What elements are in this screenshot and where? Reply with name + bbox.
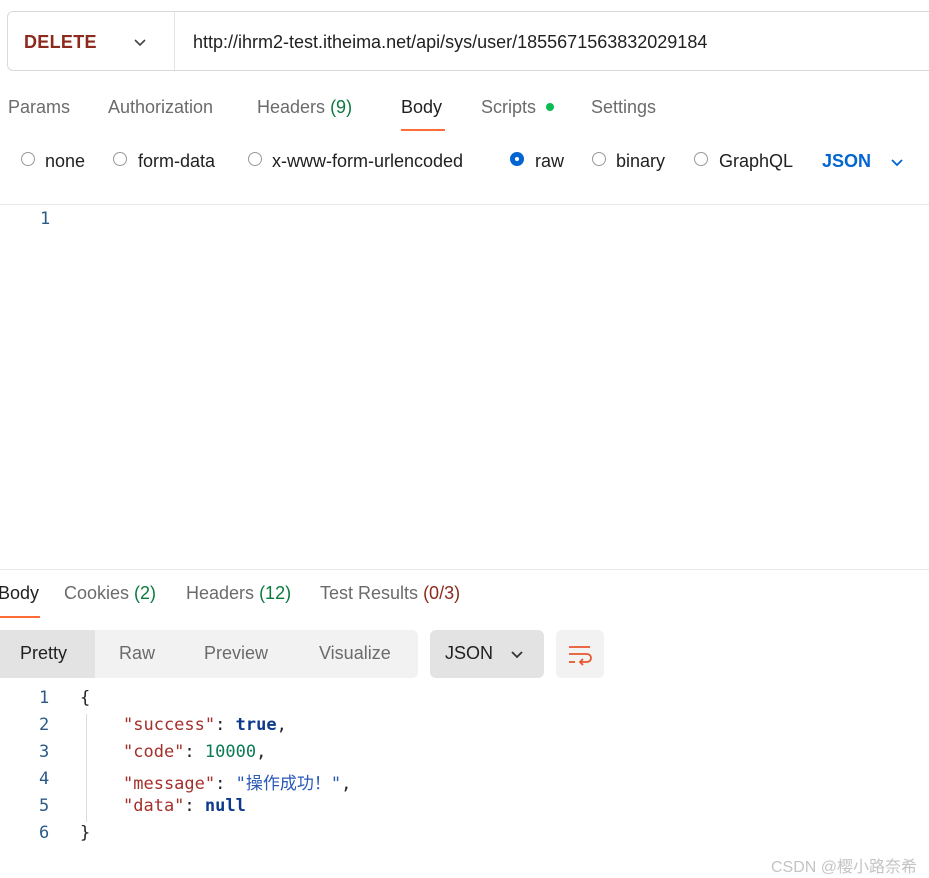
response-headers-count: (12) — [259, 583, 292, 603]
response-tab-body[interactable]: Body — [0, 583, 39, 604]
json-key: "data" — [123, 796, 185, 816]
tab-authorization[interactable]: Authorization — [108, 97, 213, 118]
tests-count: (0/3) — [423, 583, 461, 603]
request-body-editor[interactable] — [60, 206, 929, 566]
tab-headers[interactable]: Headers (9) — [257, 97, 352, 118]
radio-graphql-label[interactable]: GraphQL — [719, 151, 793, 172]
tab-params[interactable]: Params — [8, 97, 70, 118]
json-colon: : — [215, 774, 236, 794]
json-value: "操作成功！" — [235, 774, 342, 794]
chevron-down-icon[interactable] — [132, 34, 148, 50]
chevron-down-icon[interactable] — [889, 154, 905, 170]
json-colon: : — [215, 715, 236, 735]
code-line: "message": "操作成功！", — [123, 769, 351, 794]
line-number: 5 — [39, 796, 50, 816]
editor-line-number: 1 — [40, 209, 51, 229]
view-preview[interactable]: Preview — [204, 643, 268, 664]
radio-binary-label[interactable]: binary — [616, 151, 665, 172]
response-tab-headers[interactable]: Headers (12) — [186, 583, 291, 604]
radio-raw-label[interactable]: raw — [535, 151, 564, 172]
json-colon: : — [184, 742, 205, 762]
radio-raw[interactable] — [510, 152, 524, 166]
code-line: { — [80, 688, 90, 708]
radio-urlencoded[interactable] — [248, 152, 262, 166]
radio-urlencoded-label[interactable]: x-www-form-urlencoded — [272, 151, 463, 172]
tests-label: Test Results — [320, 583, 419, 603]
json-value: null — [204, 796, 246, 816]
response-active-indicator — [0, 616, 40, 618]
radio-form-data[interactable] — [113, 152, 127, 166]
json-comma: , — [341, 774, 352, 794]
code-line: } — [80, 823, 90, 843]
json-comma: , — [256, 742, 267, 762]
code-line: "data": null — [123, 796, 246, 816]
active-tab-indicator — [401, 129, 445, 131]
radio-graphql[interactable] — [694, 152, 708, 166]
response-divider[interactable] — [0, 569, 929, 570]
response-tab-tests[interactable]: Test Results (0/3) — [320, 583, 460, 604]
json-key: "success" — [123, 715, 216, 735]
indent-guide — [86, 714, 87, 822]
tab-body[interactable]: Body — [401, 97, 442, 118]
tab-scripts[interactable]: Scripts — [481, 97, 536, 118]
radio-none-label[interactable]: none — [45, 151, 85, 172]
line-number: 4 — [39, 769, 50, 789]
editor-top-divider — [0, 204, 929, 205]
method-selector[interactable]: DELETE — [24, 32, 97, 53]
tab-settings[interactable]: Settings — [591, 97, 656, 118]
response-tab-cookies[interactable]: Cookies (2) — [64, 583, 156, 604]
response-format-label[interactable]: JSON — [445, 643, 493, 664]
radio-form-data-label[interactable]: form-data — [138, 151, 215, 172]
line-number: 3 — [39, 742, 50, 762]
json-colon: : — [184, 796, 205, 816]
code-line: "code": 10000, — [123, 742, 266, 762]
cookies-label: Cookies — [64, 583, 130, 603]
line-number: 2 — [39, 715, 50, 735]
response-headers-label: Headers — [186, 583, 255, 603]
json-key: "message" — [123, 774, 216, 794]
watermark: CSDN @樱小路奈希 — [771, 859, 918, 876]
body-format-selector[interactable]: JSON — [822, 151, 871, 172]
json-value: 10000 — [204, 742, 257, 762]
open-brace: { — [80, 688, 91, 708]
scripts-status-dot — [546, 103, 554, 111]
view-raw[interactable]: Raw — [119, 643, 155, 664]
url-divider — [174, 12, 175, 70]
code-line: "success": true, — [123, 715, 287, 735]
json-key: "code" — [123, 742, 185, 762]
radio-binary[interactable] — [592, 152, 606, 166]
tab-headers-label: Headers — [257, 97, 326, 117]
json-comma: , — [276, 715, 287, 735]
chevron-down-icon[interactable] — [509, 646, 525, 662]
cookies-count: (2) — [134, 583, 157, 603]
line-number: 1 — [39, 688, 50, 708]
url-input[interactable]: http://ihrm2-test.itheima.net/api/sys/us… — [193, 32, 707, 53]
json-value: true — [235, 715, 277, 735]
close-brace: } — [80, 823, 91, 843]
line-number: 6 — [39, 823, 50, 843]
url-bar: DELETE http://ihrm2-test.itheima.net/api… — [7, 11, 929, 71]
headers-count: (9) — [330, 97, 353, 117]
radio-none[interactable] — [21, 152, 35, 166]
wrap-lines-icon — [569, 646, 592, 666]
view-visualize[interactable]: Visualize — [319, 643, 391, 664]
view-pretty[interactable]: Pretty — [20, 643, 67, 664]
